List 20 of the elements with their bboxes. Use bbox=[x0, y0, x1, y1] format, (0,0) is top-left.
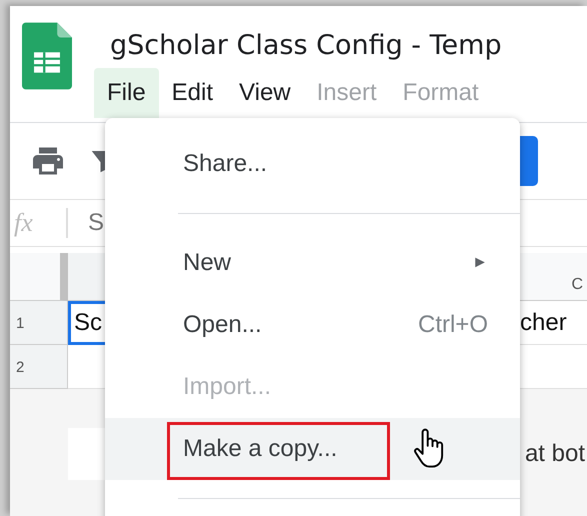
menu-item[interactable]: Open... Ctrl+O bbox=[105, 294, 520, 356]
formula-value[interactable]: S bbox=[88, 209, 104, 237]
document-title[interactable]: gScholar Class Config - Temp bbox=[110, 28, 502, 64]
row-header[interactable]: 1 bbox=[10, 301, 68, 345]
menu-bar-item[interactable]: View bbox=[226, 68, 304, 118]
shortcut-text: Ctrl+O bbox=[418, 311, 488, 339]
corner-cell[interactable] bbox=[10, 253, 68, 301]
menu-item[interactable]: Make a copy... bbox=[105, 418, 520, 480]
menu-bar-item[interactable]: Edit bbox=[158, 68, 226, 118]
row-header[interactable]: 2 bbox=[10, 345, 68, 389]
spreadsheet-logo-icon[interactable] bbox=[22, 22, 72, 90]
menu-bar-item[interactable]: File bbox=[94, 68, 159, 118]
hand-cursor-icon bbox=[413, 428, 445, 470]
column-header[interactable]: C bbox=[520, 253, 587, 301]
background-text: at bot bbox=[524, 440, 586, 468]
menu-item[interactable]: New ► bbox=[105, 232, 520, 294]
card-background bbox=[68, 428, 108, 480]
menu-item[interactable]: Share... bbox=[105, 133, 520, 195]
formula-label: fx bbox=[10, 208, 68, 238]
submenu-arrow-icon: ► bbox=[472, 254, 488, 272]
